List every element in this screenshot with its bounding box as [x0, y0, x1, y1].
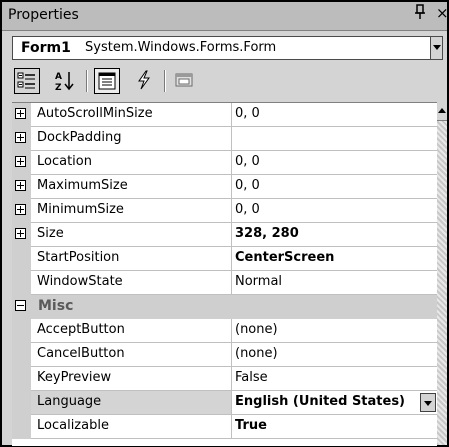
property-value: English (United States)	[235, 394, 406, 409]
toolbar: A Z	[12, 66, 443, 98]
property-value: 0, 0	[235, 178, 260, 193]
property-row-acceptbutton[interactable]: AcceptButton (none)	[12, 319, 437, 343]
property-row-size[interactable]: Size 328, 280	[12, 223, 437, 247]
scroll-up-icon[interactable]	[437, 102, 447, 121]
property-value: True	[235, 418, 267, 433]
properties-icon	[98, 72, 116, 90]
svg-text:Z: Z	[55, 83, 62, 92]
object-type: System.Windows.Forms.Form	[85, 40, 277, 55]
collapse-minus-icon[interactable]	[15, 300, 26, 311]
property-row-startposition[interactable]: StartPosition CenterScreen	[12, 247, 437, 271]
property-row-maximumsize[interactable]: MaximumSize 0, 0	[12, 175, 437, 199]
property-name: StartPosition	[37, 250, 120, 265]
expand-plus-icon[interactable]	[15, 228, 26, 239]
expand-plus-icon[interactable]	[15, 204, 26, 215]
expand-plus-icon[interactable]	[15, 132, 26, 143]
property-value: False	[235, 370, 268, 385]
toolbar-separator	[164, 70, 166, 92]
svg-text:A: A	[55, 72, 62, 82]
window-title: Properties	[8, 7, 79, 23]
events-button[interactable]	[132, 68, 158, 94]
properties-button[interactable]	[94, 68, 120, 94]
vertical-scrollbar[interactable]	[437, 102, 447, 445]
property-row-cancelbutton[interactable]: CancelButton (none)	[12, 343, 437, 367]
lightning-icon	[138, 70, 150, 90]
title-bar: Properties ×	[2, 2, 449, 31]
property-name: Localizable	[37, 418, 109, 433]
property-name: CancelButton	[37, 346, 125, 361]
categorized-button[interactable]	[14, 68, 40, 94]
property-value: (none)	[235, 346, 278, 361]
categorized-icon	[17, 72, 35, 89]
property-row-keypreview[interactable]: KeyPreview False	[12, 367, 437, 391]
expand-plus-icon[interactable]	[15, 156, 26, 167]
property-pages-button[interactable]	[172, 68, 198, 94]
chevron-down-icon[interactable]	[420, 393, 436, 412]
property-grid: AutoScrollMinSize 0, 0 DockPadding Locat…	[12, 102, 437, 446]
property-row-language[interactable]: Language English (United States)	[12, 391, 437, 415]
property-name: Location	[37, 154, 92, 169]
toolbar-separator	[86, 70, 88, 92]
property-row-localizable[interactable]: Localizable True	[12, 415, 437, 439]
property-value: (none)	[235, 322, 278, 337]
object-selector[interactable]: Form1 System.Windows.Forms.Form	[12, 36, 443, 60]
property-name: AutoScrollMinSize	[37, 106, 153, 121]
property-name: MaximumSize	[37, 178, 128, 193]
pin-icon[interactable]	[414, 4, 426, 24]
property-value: 0, 0	[235, 202, 260, 217]
alphabetical-button[interactable]: A Z	[52, 68, 78, 94]
property-value: CenterScreen	[235, 250, 335, 265]
property-name: Language	[37, 394, 102, 409]
object-name: Form1	[21, 40, 71, 56]
property-name: WindowState	[37, 274, 123, 289]
property-pages-icon	[175, 73, 193, 87]
property-value: 328, 280	[235, 226, 299, 241]
property-name: AcceptButton	[37, 322, 125, 337]
properties-window: Properties × Form1 System.Windows.Forms.…	[0, 0, 449, 447]
property-row-autoscrollminsize[interactable]: AutoScrollMinSize 0, 0	[12, 103, 437, 127]
property-row-minimumsize[interactable]: MinimumSize 0, 0	[12, 199, 437, 223]
property-name: MinimumSize	[37, 202, 124, 217]
category-row-misc[interactable]: Misc	[12, 295, 437, 319]
property-row-windowstate[interactable]: WindowState Normal	[12, 271, 437, 295]
property-value: 0, 0	[235, 106, 260, 121]
property-row-location[interactable]: Location 0, 0	[12, 151, 437, 175]
alphabetical-icon: A Z	[55, 72, 74, 92]
expand-plus-icon[interactable]	[15, 180, 26, 191]
chevron-down-icon[interactable]	[430, 36, 443, 60]
property-value: Normal	[235, 274, 283, 289]
property-value: 0, 0	[235, 154, 260, 169]
property-name: KeyPreview	[37, 370, 112, 385]
expand-plus-icon[interactable]	[15, 108, 26, 119]
close-icon[interactable]: ×	[436, 4, 449, 22]
property-row-dockpadding[interactable]: DockPadding	[12, 127, 437, 151]
property-name: Size	[37, 226, 64, 241]
category-label: Misc	[38, 298, 74, 314]
property-name: DockPadding	[37, 130, 122, 145]
